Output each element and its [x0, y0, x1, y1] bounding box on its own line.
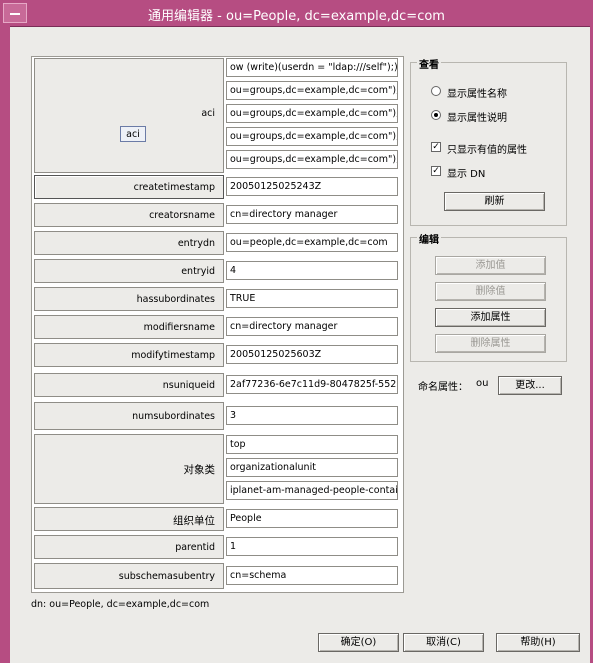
attribute-label: hassubordinates: [136, 294, 215, 305]
attribute-value-field[interactable]: iplanet-am-managed-people-contair: [226, 481, 398, 500]
attribute-row-ou: 组织单位 People: [34, 507, 401, 531]
attribute-row-modifytimestamp: modifytimestamp 20050125025603Z: [34, 343, 401, 367]
attribute-panel: aci aci ow (write)(userdn = "ldap:///sel…: [31, 56, 404, 593]
add-attribute-button[interactable]: 添加属性: [435, 308, 546, 327]
attribute-row-createtimestamp[interactable]: createtimestamp 20050125025243Z: [34, 175, 401, 199]
attribute-value-field[interactable]: People: [226, 509, 398, 528]
attribute-value-field[interactable]: ou=groups,dc=example,dc=com");): [226, 104, 398, 123]
attribute-row-objectclass: 对象类 top organizationalunit iplanet-am-ma…: [34, 434, 401, 504]
attribute-value-field[interactable]: 20050125025243Z: [226, 177, 398, 196]
window-title: 通用编辑器 - ou=People, dc=example,dc=com: [148, 9, 445, 24]
attribute-label: aci: [201, 108, 215, 119]
attribute-label: parentid: [175, 542, 215, 553]
attribute-row-numsubordinates: numsubordinates 3: [34, 402, 401, 430]
add-value-button[interactable]: 添加值: [435, 256, 546, 275]
attribute-row-subschemasubentry: subschemasubentry cn=schema: [34, 563, 401, 589]
attribute-label: nsuniqueid: [162, 380, 215, 391]
attribute-label: subschemasubentry: [118, 571, 215, 582]
attribute-value-field[interactable]: cn=directory manager: [226, 317, 398, 336]
attribute-label: numsubordinates: [132, 411, 215, 422]
attribute-row-parentid: parentid 1: [34, 535, 401, 559]
window-frame-left: [0, 26, 10, 663]
naming-attribute-label: 命名属性：: [418, 382, 468, 393]
change-naming-button[interactable]: 更改...: [498, 376, 562, 395]
attribute-label: entrydn: [177, 238, 215, 249]
attribute-value-field[interactable]: 4: [226, 261, 398, 280]
cancel-button[interactable]: 取消(C): [403, 633, 484, 652]
attribute-row-creatorsname: creatorsname cn=directory manager: [34, 203, 401, 227]
attribute-row-nsuniqueid: nsuniqueid 2af77236-6e7c11d9-8047825f-55…: [34, 373, 401, 397]
attribute-value-field[interactable]: ou=groups,dc=example,dc=com");): [226, 127, 398, 146]
attribute-value-field[interactable]: ou=groups,dc=example,dc=com");): [226, 150, 398, 169]
attribute-row-modifiersname: modifiersname cn=directory manager: [34, 315, 401, 339]
delete-attribute-button[interactable]: 删除属性: [435, 334, 546, 353]
attribute-value-field[interactable]: ou=groups,dc=example,dc=com");): [226, 81, 398, 100]
attribute-value-field[interactable]: 1: [226, 537, 398, 556]
edit-group-title: 编辑: [417, 231, 441, 246]
attribute-row-hassubordinates: hassubordinates TRUE: [34, 287, 401, 311]
attribute-value-field[interactable]: 20050125025603Z: [226, 345, 398, 364]
attribute-label: entryid: [181, 266, 215, 277]
attribute-label: 对象类: [183, 464, 216, 476]
attribute-row-aci: aci aci ow (write)(userdn = "ldap:///sel…: [34, 58, 401, 173]
attribute-value-field[interactable]: organizationalunit: [226, 458, 398, 477]
attribute-value-field[interactable]: top: [226, 435, 398, 454]
attribute-value-field[interactable]: 2af77236-6e7c11d9-8047825f-552: [226, 375, 398, 394]
attribute-value-field[interactable]: ou=people,dc=example,dc=com: [226, 233, 398, 252]
attribute-value-field[interactable]: cn=directory manager: [226, 205, 398, 224]
attribute-label: 组织单位: [173, 515, 215, 527]
attribute-label: creatorsname: [149, 210, 215, 221]
help-button[interactable]: 帮助(H): [496, 633, 580, 652]
attribute-label: modifiersname: [143, 322, 215, 333]
delete-value-button[interactable]: 删除值: [435, 282, 546, 301]
dn-text: dn: ou=People, dc=example,dc=com: [31, 599, 210, 610]
attribute-label: modifytimestamp: [131, 350, 215, 361]
ok-button[interactable]: 确定(O): [318, 633, 399, 652]
title-bar: 通用编辑器 - ou=People, dc=example,dc=com: [0, 0, 593, 27]
attribute-value-field[interactable]: 3: [226, 406, 398, 425]
edit-group: 编辑 添加值 删除值 添加属性 删除属性: [410, 231, 567, 362]
aci-tag[interactable]: aci: [120, 126, 146, 142]
attribute-row-entrydn: entrydn ou=people,dc=example,dc=com: [34, 231, 401, 255]
attribute-value-field[interactable]: TRUE: [226, 289, 398, 308]
attribute-value-field[interactable]: cn=schema: [226, 566, 398, 585]
attribute-label: createtimestamp: [133, 182, 215, 193]
attribute-row-entryid: entryid 4: [34, 259, 401, 283]
naming-attribute-value: ou: [476, 378, 489, 389]
refresh-button[interactable]: 刷新: [444, 192, 545, 211]
attribute-value-field[interactable]: ow (write)(userdn = "ldap:///self");): [226, 58, 398, 77]
view-group-title: 查看: [417, 56, 441, 71]
view-group: 查看 显示属性名称 显示属性说明 ✓ 只显示有值的属性 ✓ 显示 DN 刷新: [410, 56, 567, 226]
